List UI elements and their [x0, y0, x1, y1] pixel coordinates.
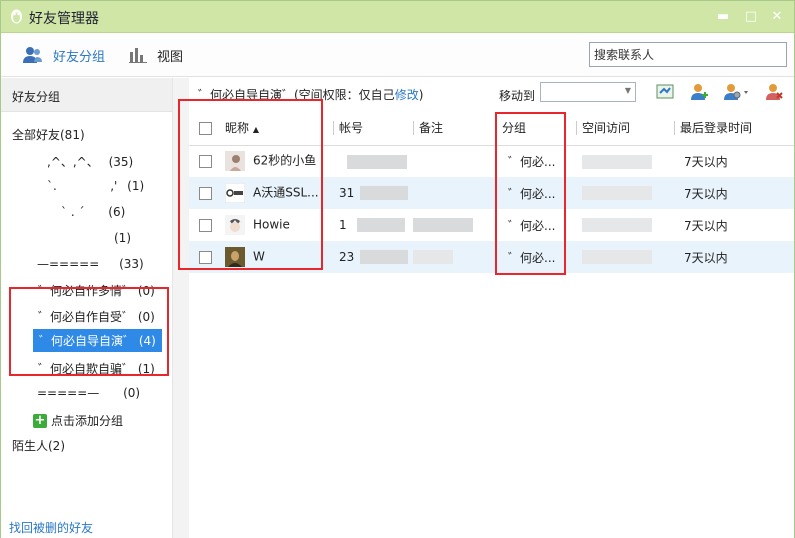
group-label: —=====	[37, 257, 100, 271]
redacted-space	[582, 250, 652, 265]
add-group-label: 点击添加分组	[51, 414, 124, 428]
col-remark-label: 备注	[419, 121, 444, 136]
account-text: 23	[339, 249, 355, 264]
move-to-select[interactable]	[540, 82, 636, 102]
space-cell	[576, 241, 674, 273]
remark-cell	[413, 145, 496, 177]
col-space-label: 空间访问	[582, 121, 631, 136]
plus-icon: +	[33, 412, 47, 428]
friends-group-tab[interactable]: 好友分组	[23, 45, 105, 65]
sidebar-header-label: 好友分组	[12, 90, 61, 104]
bar-chart-icon	[129, 48, 147, 63]
minimize-button[interactable]: ▬	[713, 7, 733, 27]
space-cell	[576, 177, 674, 209]
sidebar-item-strangers[interactable]: 陌生人(2)	[12, 437, 65, 454]
add-group-button[interactable]: + 点击添加分组	[33, 412, 123, 429]
account-text: 1	[339, 217, 347, 232]
close-button[interactable]: ✕	[767, 7, 787, 27]
sidebar-group-item[interactable]: (1)	[114, 231, 131, 245]
account-cell	[333, 145, 413, 177]
highlight-box-sidebar	[9, 287, 169, 376]
last-login-text: 7天以内	[684, 218, 728, 233]
account-text: 31	[339, 185, 355, 200]
last-login-cell: 7天以内	[674, 241, 794, 273]
recover-deleted-link[interactable]: 找回被删的好友	[9, 519, 93, 536]
user-settings-icon[interactable]	[723, 82, 751, 102]
friends-group-label: 好友分组	[53, 49, 106, 65]
redacted-space	[582, 154, 652, 169]
redacted-account	[347, 154, 407, 169]
col-separator	[674, 121, 675, 135]
col-account[interactable]: 帐号	[333, 111, 413, 146]
group-label: `. ,'	[47, 179, 118, 193]
redacted-account	[360, 250, 409, 265]
sidebar-group-item[interactable]: —===== (33)	[37, 257, 144, 271]
highlight-box-group	[495, 112, 566, 275]
remark-cell	[413, 177, 496, 209]
title-bar: 好友管理器 ▬ □ ✕	[1, 1, 794, 33]
last-login-text: 7天以内	[684, 250, 728, 265]
sidebar-group-item[interactable]: ,^、,^、 (35)	[47, 153, 133, 170]
group-info-suffix: )	[418, 88, 424, 102]
col-separator	[576, 121, 577, 135]
friend-manager-window: 好友管理器 ▬ □ ✕ 好友分组 视图 搜索联系人 好友分组 全部好友(81) …	[0, 0, 795, 538]
group-label: ,^、,^、	[47, 155, 99, 169]
sidebar-item-all-friends[interactable]: 全部好友(81)	[12, 126, 85, 143]
group-count: (6)	[108, 205, 126, 219]
last-login-cell: 7天以内	[674, 209, 794, 241]
add-friend-icon[interactable]	[689, 82, 709, 102]
group-count: (0)	[123, 386, 141, 400]
col-remark[interactable]: 备注	[413, 111, 496, 146]
group-label: =====—	[37, 386, 100, 400]
view-tab[interactable]: 视图	[129, 45, 183, 65]
space-cell	[576, 145, 674, 177]
group-count: (1)	[114, 231, 131, 245]
redacted-account	[356, 218, 405, 233]
group-label: ` . ´	[61, 205, 85, 219]
redacted-remark	[413, 250, 453, 265]
window-title: 好友管理器	[29, 11, 99, 27]
sidebar-header: 好友分组	[1, 78, 172, 112]
delete-friend-icon[interactable]	[764, 82, 784, 102]
redacted-space	[582, 186, 652, 201]
last-login-text: 7天以内	[684, 154, 728, 169]
move-to-label: 移动到	[499, 89, 536, 103]
redacted-remark	[413, 218, 473, 233]
sidebar-group-item[interactable]: ` . ´ (6)	[61, 205, 125, 219]
last-login-cell: 7天以内	[674, 177, 794, 209]
col-separator	[413, 121, 414, 135]
maximize-button[interactable]: □	[741, 7, 761, 27]
modify-permission-link[interactable]: 修改	[395, 88, 419, 102]
account-cell: 23	[333, 241, 413, 273]
group-count: (35)	[108, 155, 134, 169]
toolbar: 好友分组 视图	[1, 33, 794, 77]
remark-cell	[413, 241, 496, 273]
sidebar-group-item[interactable]: `. ,' (1)	[47, 179, 144, 193]
col-account-label: 帐号	[339, 121, 364, 136]
last-login-text: 7天以内	[684, 186, 728, 201]
group-count: (33)	[119, 257, 144, 271]
search-input[interactable]	[589, 42, 787, 67]
col-space[interactable]: 空间访问	[576, 111, 674, 146]
friends-icon	[23, 47, 42, 63]
group-count: (1)	[127, 179, 145, 193]
redacted-account	[360, 186, 409, 201]
move-icon[interactable]	[655, 82, 675, 102]
view-label: 视图	[157, 49, 184, 65]
account-cell: 1	[333, 209, 413, 241]
col-separator	[333, 121, 334, 135]
col-last-login[interactable]: 最后登录时间	[674, 111, 794, 146]
account-cell: 31	[333, 177, 413, 209]
col-last-login-label: 最后登录时间	[680, 121, 753, 136]
last-login-cell: 7天以内	[674, 145, 794, 177]
space-cell	[576, 209, 674, 241]
highlight-box-nickname	[178, 99, 323, 270]
qq-penguin-icon	[11, 9, 22, 24]
sidebar-group-item[interactable]: =====— (0)	[37, 386, 140, 400]
redacted-space	[582, 218, 652, 233]
remark-cell	[413, 209, 496, 241]
